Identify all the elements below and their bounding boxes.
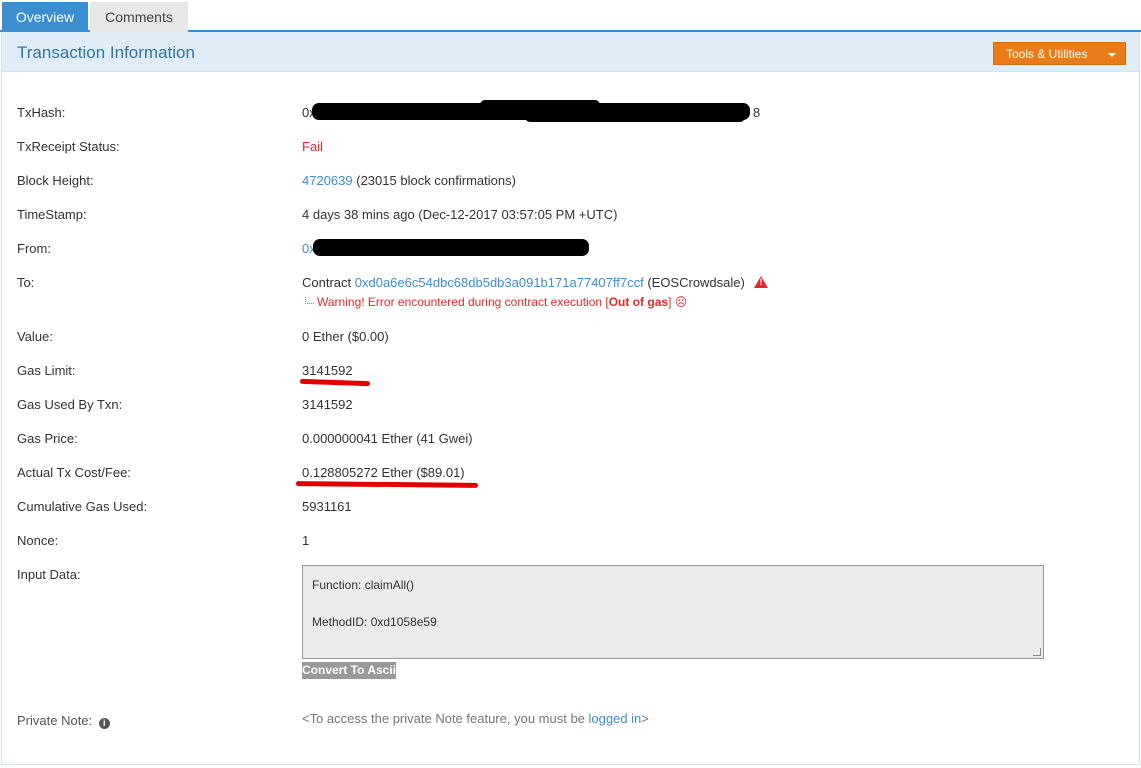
input-function: Function: claimAll() (312, 578, 415, 592)
gas-limit-value: 3141592 (302, 363, 353, 378)
tools-utilities-label: Tools & Utilities (1006, 47, 1088, 61)
contract-name: (EOSCrowdsale) (647, 275, 745, 290)
block-link[interactable]: 4720639 (302, 173, 353, 188)
info-icon[interactable]: i (98, 718, 110, 729)
panel-header: Transaction Information Tools & Utilitie… (2, 32, 1139, 72)
warning-text: Warning! Error encountered during contra… (317, 295, 609, 309)
status-label: TxReceipt Status: (17, 139, 120, 154)
warning-reason: Out of gas (608, 295, 669, 309)
tree-connector-icon (305, 297, 314, 304)
tab-comments[interactable]: Comments (90, 2, 188, 32)
from-label: From: (17, 241, 51, 256)
sad-face-icon: ☹ (674, 295, 688, 309)
timestamp-value: 4 days 38 mins ago (Dec-12-2017 03:57:05… (302, 207, 618, 222)
tab-bar: Overview Comments (0, 0, 1141, 32)
chevron-down-icon (1108, 53, 1116, 57)
contract-warning: Warning! Error encountered during contra… (305, 295, 687, 309)
resize-handle-icon[interactable] (1033, 648, 1041, 656)
gas-used-label: Gas Used By Txn: (17, 397, 123, 412)
gas-price-value: 0.000000041 Ether (41 Gwei) (302, 431, 473, 446)
input-data-label: Input Data: (17, 567, 81, 582)
timestamp-label: TimeStamp: (17, 207, 87, 222)
warning-icon (754, 276, 769, 288)
status-value: Fail (302, 139, 323, 154)
nonce-value: 1 (302, 533, 310, 548)
gas-used-value: 3141592 (302, 397, 353, 412)
value-label: Value: (17, 329, 53, 344)
page-title: Transaction Information (17, 43, 195, 62)
private-note-label: Private Note: i (17, 713, 110, 729)
to-label: To: (17, 275, 35, 290)
gas-limit-label: Gas Limit: (17, 363, 76, 378)
convert-to-ascii-button[interactable]: Convert To Ascii (302, 662, 396, 679)
redaction-mark (480, 100, 600, 110)
input-method-id: MethodID: 0xd1058e59 (312, 615, 437, 629)
gas-price-label: Gas Price: (17, 431, 78, 446)
logged-in-link[interactable]: logged in (589, 711, 642, 726)
contract-word: Contract (302, 275, 352, 290)
private-note-value: <To access the private Note feature, you… (302, 711, 649, 726)
private-note-prompt: <To access the private Note feature, you… (302, 711, 589, 726)
contract-address-link[interactable]: 0xd0a6e6c54dbc68db5db3a091b171a77407ff7c… (355, 275, 644, 290)
tools-utilities-button[interactable]: Tools & Utilities (993, 42, 1126, 65)
tx-fee-label: Actual Tx Cost/Fee: (17, 465, 131, 480)
tab-overview[interactable]: Overview (2, 2, 88, 32)
redaction-mark (313, 239, 589, 256)
warning-close: ] (668, 295, 672, 309)
txhash-label: TxHash: (17, 105, 66, 120)
redaction-mark (525, 112, 745, 122)
block-confirmations: (23015 block confirmations) (356, 173, 516, 188)
private-note-close: > (641, 711, 649, 726)
txhash-suffix: 8 (753, 105, 761, 120)
block-height-value: 4720639 (23015 block confirmations) (302, 173, 516, 188)
block-height-label: Block Height: (17, 173, 94, 188)
to-value: Contract 0xd0a6e6c54dbc68db5db3a091b171a… (302, 275, 769, 290)
cumulative-gas-label: Cumulative Gas Used: (17, 499, 148, 514)
tx-fee-value: 0.128805272 Ether ($89.01) (302, 465, 465, 480)
nonce-label: Nonce: (17, 533, 59, 548)
private-note-text: Private Note: (17, 713, 93, 728)
value-amount: 0 Ether ($0.00) (302, 329, 389, 344)
cumulative-gas-value: 5931161 (302, 499, 352, 514)
input-data-textarea[interactable]: Function: claimAll() MethodID: 0xd1058e5… (302, 565, 1044, 659)
